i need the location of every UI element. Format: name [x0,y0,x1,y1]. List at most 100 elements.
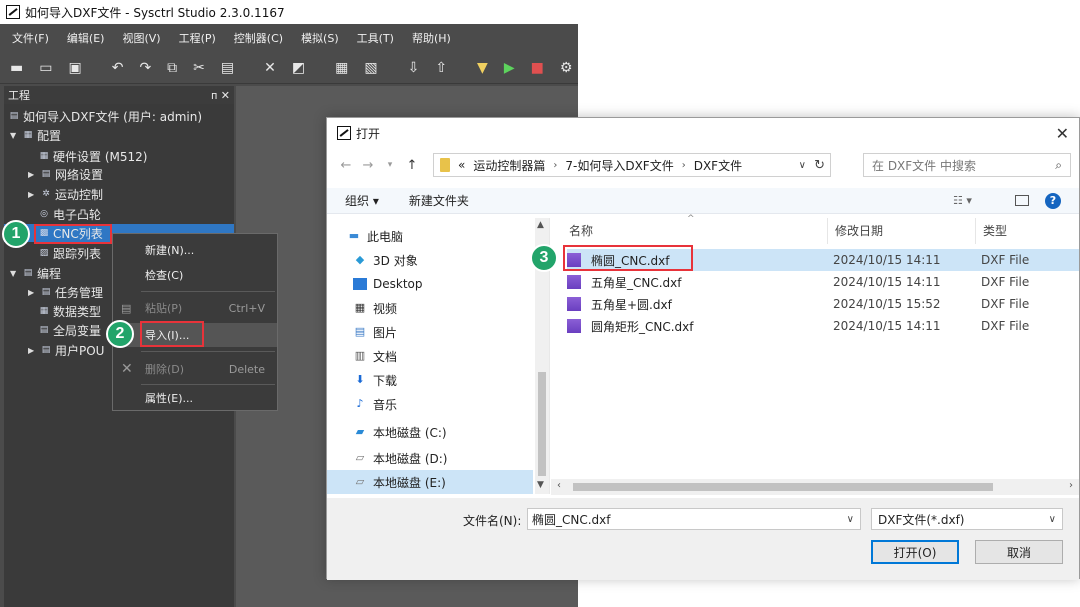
tree-item-trace[interactable]: ▨ 跟踪列表 [38,243,101,263]
panel-pin-close-icon[interactable]: ᴨ ✕ [211,89,230,102]
ctx-paste[interactable]: ▤ 粘贴(P) Ctrl+V [113,296,277,320]
menu-view[interactable]: 视图(V) [122,30,160,46]
redo-icon[interactable]: ↷ [139,60,151,76]
chevron-down-icon[interactable]: ∨ [847,514,854,525]
scrollbar-thumb[interactable] [538,372,546,476]
file-row[interactable]: 五角星_CNC.dxf 2024/10/15 14:11 DXF File [567,271,1079,293]
preview-pane-icon[interactable] [1015,195,1029,206]
menu-tools[interactable]: 工具(T) [357,30,394,46]
close-icon[interactable]: ✕ [1056,124,1069,143]
nav-drive-e[interactable]: ▱ 本地磁盘 (E:) [353,470,446,494]
ctx-delete[interactable]: ✕ 删除(D) Delete [113,357,277,381]
stop-icon[interactable]: ■ [531,60,544,76]
collapse-arrow-icon[interactable]: ▶ [28,190,38,199]
file-row[interactable]: 五角星+圆.dxf 2024/10/15 15:52 DXF File [567,293,1079,315]
refresh-icon[interactable]: ↻ [814,158,825,173]
nav-downloads[interactable]: ⬇ 下载 [353,368,397,392]
nav-pictures[interactable]: ▤ 图片 [353,320,397,344]
nav-3d-objects[interactable]: ◆ 3D 对象 [353,248,418,272]
nav-drive-c[interactable]: ▰ 本地磁盘 (C:) [353,420,447,444]
tree-item-datatype[interactable]: ▦ 数据类型 [38,301,101,321]
menu-project[interactable]: 工程(P) [179,30,216,46]
back-arrow-icon[interactable]: ← [335,158,357,173]
tree-item-task[interactable]: ▶ ▤ 任务管理 [28,282,103,302]
recent-chevron-icon[interactable]: ▾ [379,160,401,170]
undo-icon[interactable]: ↶ [112,60,124,76]
download-icon[interactable]: ⇩ [408,60,420,76]
ctx-new[interactable]: 新建(N)... [113,238,277,262]
ctx-check[interactable]: 检查(C) [113,263,277,287]
clean-icon[interactable]: ▧ [364,60,377,76]
nav-documents[interactable]: ▥ 文档 [353,344,397,368]
connect-icon[interactable]: ▼ [477,60,488,76]
scrollbar-thumb[interactable] [573,483,993,491]
compile-icon[interactable]: ▦ [335,60,348,76]
help-icon[interactable]: ? [1045,192,1061,209]
new-file-icon[interactable]: ▬ [10,60,23,76]
save-icon[interactable]: ▣ [68,60,81,76]
nav-drive-d[interactable]: ▱ 本地磁盘 (D:) [353,446,448,470]
cut-icon[interactable]: ✂ [193,60,205,76]
tree-item-motion[interactable]: ▶ ✲ 运动控制 [28,184,103,204]
tree-item-network[interactable]: ▶ ▤ 网络设置 [28,164,103,184]
tree-item-global[interactable]: ▤ 全局变量 [38,320,101,340]
tree-item-hardware[interactable]: ▦ 硬件设置 (M512) [38,146,148,166]
view-options-icon[interactable]: ☷ ▾ [953,194,972,207]
scroll-down-icon[interactable]: ▼ [537,480,544,490]
build-icon[interactable]: ◩ [292,60,305,76]
chevron-down-icon[interactable]: ∨ [1049,514,1056,525]
tree-item-program[interactable]: ▼ ▤ 编程 [10,263,61,283]
tree-item-userpou[interactable]: ▶ ▤ 用户POU [28,340,104,360]
upload-icon[interactable]: ⇧ [435,60,447,76]
collapse-arrow-icon[interactable]: ▶ [28,170,38,179]
expand-arrow-icon[interactable]: ▼ [10,131,20,140]
search-icon[interactable]: ⌕ [1055,158,1062,173]
open-button[interactable]: 打开(O) [871,540,959,564]
tree-item-cam[interactable]: ◎ 电子凸轮 [38,204,101,224]
file-row[interactable]: 圆角矩形_CNC.dxf 2024/10/15 14:11 DXF File [567,315,1079,337]
delete-icon[interactable]: ✕ [264,60,276,76]
tree-root[interactable]: ▤ 如何导入DXF文件 (用户: admin) [8,106,202,126]
open-folder-icon[interactable]: ▭ [39,60,52,76]
expand-arrow-icon[interactable]: ▼ [10,269,20,278]
column-separator[interactable] [975,218,976,244]
forward-arrow-icon[interactable]: → [357,158,379,173]
nav-desktop[interactable]: Desktop [353,272,423,296]
column-header-name[interactable]: 名称 [569,222,593,239]
menu-edit[interactable]: 编辑(E) [67,30,105,46]
breadcrumb-item[interactable]: 7-如何导入DXF文件 [565,157,673,174]
file-horizontal-scrollbar[interactable]: ‹ › [551,479,1079,495]
menu-simulate[interactable]: 模拟(S) [301,30,339,46]
organize-button[interactable]: 组织 ▾ [345,192,379,209]
nav-videos[interactable]: ▦ 视频 [353,296,397,320]
menu-file[interactable]: 文件(F) [12,30,49,46]
copy-icon[interactable]: ⧉ [167,60,177,76]
nav-this-pc[interactable]: ▬ 此电脑 [347,224,403,248]
filetype-select[interactable]: DXF文件(*.dxf) ∨ [871,508,1063,530]
column-header-date[interactable]: 修改日期 [835,222,883,239]
breadcrumb-item[interactable]: 运动控制器篇 [473,157,545,174]
run-icon[interactable]: ▶ [504,60,515,76]
new-folder-button[interactable]: 新建文件夹 [409,192,469,209]
chevron-down-icon[interactable]: ∨ [799,160,806,171]
address-bar[interactable]: « 运动控制器篇 › 7-如何导入DXF文件 › DXF文件 ∨ ↻ [433,153,831,177]
collapse-arrow-icon[interactable]: ▶ [28,288,38,297]
breadcrumb-item[interactable]: DXF文件 [694,157,742,174]
breadcrumb-overflow[interactable]: « [458,158,465,172]
paste-icon[interactable]: ▤ [221,60,234,76]
scroll-left-icon[interactable]: ‹ [557,480,561,491]
menu-help[interactable]: 帮助(H) [412,30,451,46]
column-separator[interactable] [827,218,828,244]
menu-controller[interactable]: 控制器(C) [234,30,283,46]
filename-input[interactable]: 椭圆_CNC.dxf ∨ [527,508,861,530]
ctx-properties[interactable]: 属性(E)... [113,386,277,410]
column-header-type[interactable]: 类型 [983,222,1007,239]
scroll-up-icon[interactable]: ▲ [537,220,544,230]
cancel-button[interactable]: 取消 [975,540,1063,564]
nav-music[interactable]: ♪ 音乐 [353,392,397,416]
settings-icon[interactable]: ⚙ [560,60,573,76]
scroll-right-icon[interactable]: › [1069,480,1073,491]
collapse-arrow-icon[interactable]: ▶ [28,346,38,355]
up-arrow-icon[interactable]: ↑ [401,158,423,173]
search-input[interactable]: 在 DXF文件 中搜索 ⌕ [863,153,1071,177]
